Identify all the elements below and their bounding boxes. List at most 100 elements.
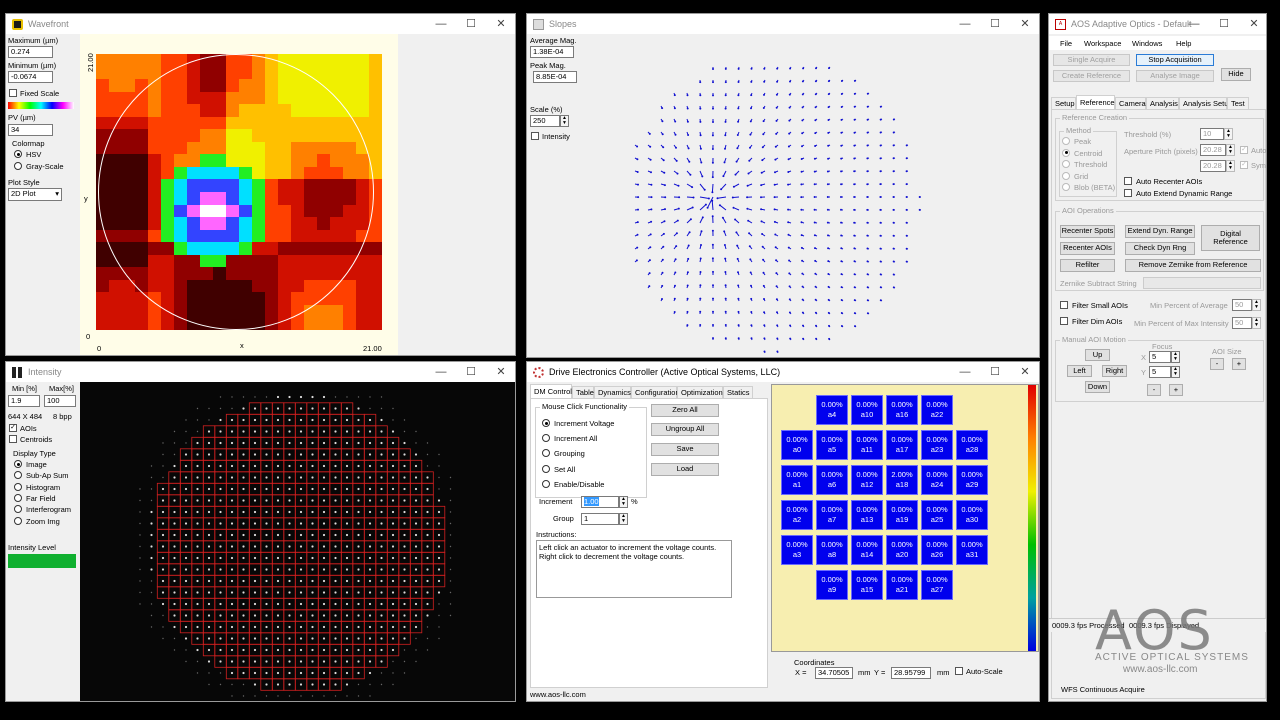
focus-x-field[interactable]: 5 — [1149, 351, 1171, 363]
display-type-radio[interactable] — [14, 460, 22, 468]
remove-zernike-button[interactable]: Remove Zernike from Reference — [1125, 259, 1261, 272]
min-average-spinner[interactable]: ▲ ▼ — [1252, 299, 1261, 311]
hide-button[interactable]: Hide — [1221, 68, 1251, 81]
actuator-button-a29[interactable]: 0.00% a29 — [956, 465, 988, 495]
up-button[interactable]: Up — [1085, 349, 1110, 361]
actuator-button-a17[interactable]: 0.00% a17 — [886, 430, 918, 460]
min-average-field[interactable]: 50 — [1232, 299, 1252, 311]
minimize-button[interactable]: — — [426, 14, 456, 34]
actuator-button-a1[interactable]: 0.00% a1 — [781, 465, 813, 495]
close-button[interactable]: ✕ — [486, 362, 515, 382]
tab-table[interactable]: Table — [572, 386, 594, 398]
refilter-button[interactable]: Refilter — [1060, 259, 1115, 272]
menu-workspace[interactable]: Workspace — [1084, 39, 1121, 48]
tab-test[interactable]: Test — [1227, 97, 1249, 109]
actuator-button-a19[interactable]: 0.00% a19 — [886, 500, 918, 530]
close-button[interactable]: ✕ — [1239, 14, 1266, 34]
sym-checkbox[interactable]: ✓ — [1240, 161, 1248, 169]
menu-file[interactable]: File — [1060, 39, 1072, 48]
extend-dyn-range-button[interactable]: Extend Dyn. Range — [1125, 225, 1195, 238]
analyse-image-button[interactable]: Analyse Image — [1136, 70, 1214, 82]
create-reference-button[interactable]: Create Reference — [1053, 70, 1130, 82]
aois-checkbox[interactable]: ✓ — [9, 424, 17, 432]
actuator-button-a9[interactable]: 0.00% a9 — [816, 570, 848, 600]
increment-field[interactable]: 1.00 — [581, 496, 619, 508]
display-type-radio[interactable] — [14, 493, 22, 502]
actuator-button-a14[interactable]: 0.00% a14 — [851, 535, 883, 565]
aperture-x-spinner[interactable]: ▲ ▼ — [1226, 144, 1235, 156]
minimize-button[interactable]: — — [950, 362, 980, 382]
check-dyn-rng-button[interactable]: Check Dyn Rng — [1125, 242, 1195, 255]
minimize-button[interactable]: — — [1179, 14, 1209, 34]
threshold-spinner[interactable]: ▲ ▼ — [1224, 128, 1233, 140]
actuator-button-a31[interactable]: 0.00% a31 — [956, 535, 988, 565]
scale-field[interactable]: 250 — [530, 115, 560, 127]
min-percent-field[interactable]: 1.9 — [8, 395, 40, 407]
intensity-checkbox[interactable] — [531, 132, 539, 140]
minimize-button[interactable]: — — [426, 362, 456, 382]
auto-checkbox[interactable]: ✓ — [1240, 146, 1248, 154]
close-button[interactable]: ✕ — [1010, 14, 1039, 34]
auto-extend-checkbox[interactable] — [1124, 189, 1132, 197]
tab-setup[interactable]: Setup — [1051, 97, 1076, 109]
actuator-button-a10[interactable]: 0.00% a10 — [851, 395, 883, 425]
down-button[interactable]: Down — [1085, 381, 1110, 393]
actuator-button-a3[interactable]: 0.00% a3 — [781, 535, 813, 565]
actuator-button-a6[interactable]: 0.00% a6 — [816, 465, 848, 495]
tab-statics[interactable]: Statics — [723, 386, 753, 398]
colormap-grayscale-radio[interactable] — [14, 162, 22, 170]
filter-dim-checkbox[interactable] — [1060, 317, 1068, 325]
plot-style-select[interactable]: 2D Plot ▾ — [8, 188, 62, 201]
actuator-button-a23[interactable]: 0.00% a23 — [921, 430, 953, 460]
aoi-size-plus-button[interactable]: + — [1232, 358, 1246, 370]
tab-optimization[interactable]: Optimization — [677, 386, 723, 398]
actuator-button-a16[interactable]: 0.00% a16 — [886, 395, 918, 425]
actuator-button-a28[interactable]: 0.00% a28 — [956, 430, 988, 460]
maximize-button[interactable]: ☐ — [980, 14, 1010, 34]
tab-dynamics[interactable]: Dynamics — [594, 386, 631, 398]
right-button[interactable]: Right — [1102, 365, 1127, 377]
actuator-button-a21[interactable]: 0.00% a21 — [886, 570, 918, 600]
auto-scale-checkbox[interactable] — [955, 667, 963, 675]
mouse-option-radio[interactable] — [542, 419, 550, 427]
aoi-size-minus-button[interactable]: - — [1210, 358, 1224, 370]
threshold-field[interactable]: 10 — [1200, 128, 1224, 140]
actuator-button-a8[interactable]: 0.00% a8 — [816, 535, 848, 565]
display-type-radio[interactable] — [14, 516, 22, 525]
group-spinner[interactable]: ▲ ▼ — [619, 513, 628, 525]
tab-configuration[interactable]: Configuration — [631, 386, 680, 398]
maximize-button[interactable]: ☐ — [1209, 14, 1239, 34]
actuator-button-a12[interactable]: 0.00% a12 — [851, 465, 883, 495]
scale-spinner[interactable]: ▲ ▼ — [560, 115, 569, 127]
actuator-button-a5[interactable]: 0.00% a5 — [816, 430, 848, 460]
method-radio[interactable] — [1062, 148, 1070, 157]
centroids-checkbox[interactable] — [9, 435, 17, 443]
save-button[interactable]: Save — [651, 443, 719, 456]
fixed-scale-checkbox[interactable] — [9, 89, 17, 97]
max-field[interactable]: 0.274 — [8, 46, 53, 58]
method-radio[interactable] — [1062, 137, 1070, 145]
min-max-intensity-field[interactable]: 50 — [1232, 317, 1252, 329]
tab-reference[interactable]: Reference — [1076, 95, 1115, 109]
actuator-button-a0[interactable]: 0.00% a0 — [781, 430, 813, 460]
actuator-button-a18[interactable]: 2.00% a18 — [886, 465, 918, 495]
display-type-radio[interactable] — [14, 482, 22, 491]
pv-field[interactable]: 34 — [8, 124, 53, 136]
actuator-button-a22[interactable]: 0.00% a22 — [921, 395, 953, 425]
load-button[interactable]: Load — [651, 463, 719, 476]
maximize-button[interactable]: ☐ — [980, 362, 1010, 382]
maximize-button[interactable]: ☐ — [456, 14, 486, 34]
actuator-button-a13[interactable]: 0.00% a13 — [851, 500, 883, 530]
ungroup-all-button[interactable]: Ungroup All — [651, 423, 719, 436]
actuator-button-a30[interactable]: 0.00% a30 — [956, 500, 988, 530]
mouse-option-radio[interactable] — [542, 479, 550, 488]
actuator-button-a25[interactable]: 0.00% a25 — [921, 500, 953, 530]
max-percent-field[interactable]: 100 — [44, 395, 76, 407]
tab-dm-control[interactable]: DM Control — [530, 384, 572, 398]
menu-windows[interactable]: Windows — [1132, 39, 1162, 48]
focus-y-field[interactable]: 5 — [1149, 366, 1171, 378]
group-field[interactable]: 1 — [581, 513, 619, 525]
focus-minus-button[interactable]: - — [1147, 384, 1161, 396]
colormap-hsv-radio[interactable] — [14, 150, 22, 158]
aperture-y-spinner[interactable]: ▲ ▼ — [1226, 160, 1235, 172]
